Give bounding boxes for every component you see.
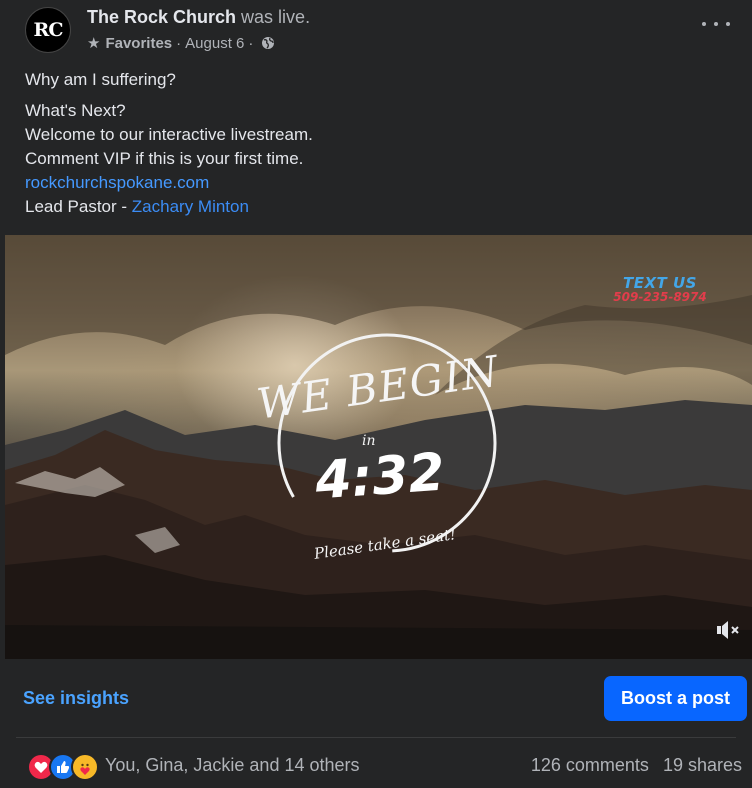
globe-icon[interactable] [261, 36, 275, 50]
post-header: RC The Rock Church was live. ★ Favorites… [0, 0, 752, 60]
pastor-prefix: Lead Pastor - [25, 197, 132, 216]
more-options-icon[interactable] [702, 14, 730, 34]
page-avatar[interactable]: RC [25, 7, 71, 53]
shares-count[interactable]: 19 shares [663, 755, 742, 775]
boost-post-button[interactable]: Boost a post [604, 676, 747, 721]
engagement-counts: 126 comments 19 shares [531, 755, 742, 776]
meta-separator: · [248, 34, 254, 52]
caption-line: Comment VIP if this is your first time. [25, 149, 304, 168]
website-link[interactable]: rockchurchspokane.com [25, 171, 725, 195]
post-date[interactable]: August 6 [185, 35, 244, 52]
reactors-text[interactable]: You, Gina, Jackie and 14 others [105, 755, 360, 776]
countdown-time: 4:32 [313, 442, 447, 512]
livestream-video[interactable]: WE BEGIN in 4:32 Please take a seat! TEX… [5, 235, 752, 659]
pastor-line: Lead Pastor - Zachary Minton [25, 195, 725, 219]
caption-line: Why am I suffering? [25, 70, 176, 89]
caption-line: What's Next? [25, 101, 126, 120]
page-name-link[interactable]: The Rock Church [87, 7, 236, 27]
text-us-phone: 509-235-8974 [613, 290, 707, 304]
comments-count[interactable]: 126 comments [531, 755, 649, 775]
see-insights-link[interactable]: See insights [23, 688, 129, 709]
favorites-label[interactable]: Favorites [105, 35, 172, 52]
post-meta: ★ Favorites · August 6 · [87, 34, 275, 52]
speaker-muted-icon[interactable] [716, 619, 742, 641]
reaction-icons [27, 752, 99, 781]
text-us-overlay: TEXT US 509-235-8974 [605, 275, 715, 304]
reactions-summary[interactable]: You, Gina, Jackie and 14 others [27, 752, 360, 781]
divider [16, 737, 736, 738]
star-icon: ★ [87, 35, 101, 52]
caption-line: Welcome to our interactive livestream. [25, 125, 313, 144]
post-title-line: The Rock Church was live. [87, 7, 310, 28]
meta-separator: · [176, 34, 182, 52]
care-reaction-icon [71, 753, 99, 781]
text-us-title: TEXT US [623, 274, 697, 292]
post-caption: Why am I suffering? What's Next? Welcome… [25, 68, 725, 226]
live-status-text: was live. [241, 7, 311, 27]
pastor-mention-link[interactable]: Zachary Minton [132, 197, 249, 216]
